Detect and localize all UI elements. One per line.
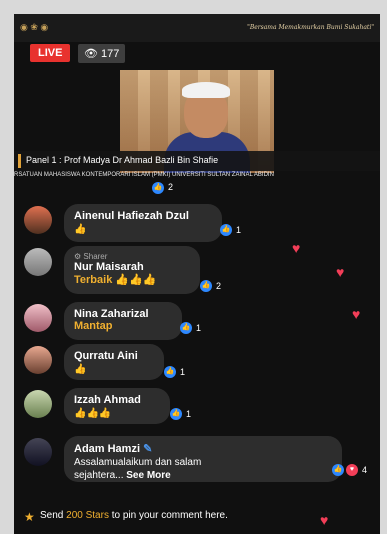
live-badge: LIVE bbox=[30, 44, 71, 62]
like-reaction-icon: 👍 bbox=[180, 322, 192, 334]
floating-heart-icon: ♥ bbox=[352, 306, 361, 322]
sharer-label: Sharer bbox=[83, 252, 108, 261]
comment-text: 👍👍👍 bbox=[74, 408, 112, 419]
pin-text-pre: Send bbox=[40, 510, 67, 521]
commenter-name[interactable]: Adam Hamzi ✎ bbox=[74, 442, 332, 455]
comment-bubble[interactable]: Izzah Ahmad 👍👍👍 bbox=[64, 388, 170, 424]
reaction-count: 1 bbox=[180, 367, 186, 377]
panel-caption: Panel 1 : Prof Madya Dr Ahmad Bazli Bin … bbox=[14, 151, 380, 171]
logos: ◉ ❀ ◉ bbox=[20, 22, 49, 32]
commenter-name[interactable]: Izzah Ahmad bbox=[74, 394, 160, 406]
reaction-count: 2 bbox=[168, 182, 174, 192]
avatar[interactable] bbox=[24, 390, 52, 418]
floating-heart-icon: ♥ bbox=[292, 240, 301, 256]
reaction-count: 1 bbox=[196, 323, 202, 333]
floating-heart-icon: ♥ bbox=[320, 512, 329, 528]
avatar[interactable] bbox=[24, 248, 52, 276]
reaction-count: 4 bbox=[362, 465, 368, 475]
commenter-name[interactable]: Nina Zaharizal bbox=[74, 308, 172, 320]
stars-amount: 200 Stars bbox=[66, 510, 109, 521]
comment-text: Terbaik 👍👍👍 bbox=[74, 274, 157, 286]
like-reaction-icon: 👍 bbox=[200, 280, 212, 292]
comment-text: Mantap bbox=[74, 320, 113, 332]
reaction-count: 1 bbox=[186, 409, 192, 419]
comment-text: Assalamualaikum dan salam bbox=[74, 457, 202, 468]
like-reaction-icon: 👍 bbox=[170, 408, 182, 420]
avatar[interactable] bbox=[24, 438, 52, 466]
see-more-link[interactable]: See More bbox=[126, 470, 170, 481]
comment-bubble[interactable]: Nina Zaharizal Mantap bbox=[64, 302, 182, 340]
like-reaction-icon: 👍 bbox=[332, 464, 344, 476]
commenter-name-text[interactable]: Adam Hamzi bbox=[74, 443, 140, 455]
pin-text-post: to pin your comment here. bbox=[108, 510, 228, 521]
heart-reaction-icon: ♥ bbox=[346, 464, 358, 476]
like-reaction-icon: 👍 bbox=[220, 224, 232, 236]
comment-text-continued: sejahtera... See More bbox=[74, 470, 332, 481]
panel-caption-text: Panel 1 : Prof Madya Dr Ahmad Bazli Bin … bbox=[26, 155, 219, 165]
commenter-name[interactable]: Qurratu Aini bbox=[74, 350, 154, 362]
avatar[interactable] bbox=[24, 206, 52, 234]
floating-heart-icon: ♥ bbox=[336, 264, 345, 280]
organization-ticker: RSATUAN MAHASISWA KONTEMPORARI ISLAM (PM… bbox=[14, 172, 274, 178]
viewer-count-value: 177 bbox=[100, 48, 120, 60]
comment-bubble[interactable]: Qurratu Aini 👍 bbox=[64, 344, 164, 380]
comment-bubble[interactable]: ⚙ Sharer Nur Maisarah Terbaik 👍👍👍 bbox=[64, 246, 200, 294]
avatar[interactable] bbox=[24, 346, 52, 374]
caption-accent-bar bbox=[18, 154, 21, 168]
comment-text-line2: sejahtera... bbox=[74, 470, 127, 481]
star-icon: ★ bbox=[24, 510, 35, 524]
pin-comment-text: Send 200 Stars to pin your comment here. bbox=[40, 510, 228, 521]
comment-bubble[interactable]: Ainenul Hafiezah Dzul 👍 bbox=[64, 204, 222, 242]
commenter-name[interactable]: Ainenul Hafiezah Dzul bbox=[74, 210, 212, 222]
eye-icon: 👁 bbox=[84, 48, 98, 60]
verified-icon: ✎ bbox=[143, 443, 153, 455]
viewer-count: 👁 177 bbox=[78, 44, 126, 63]
reaction-count: 2 bbox=[216, 281, 222, 291]
banner-text: "Bersama Memakmurkan Bumi Sukahati" bbox=[247, 24, 374, 31]
speaker-cap bbox=[182, 82, 230, 98]
live-stream-screen: ◉ ❀ ◉ "Bersama Memakmurkan Bumi Sukahati… bbox=[14, 14, 380, 534]
top-banner: ◉ ❀ ◉ "Bersama Memakmurkan Bumi Sukahati… bbox=[14, 14, 380, 42]
sharer-badge: ⚙ Sharer bbox=[74, 252, 108, 261]
comment-text: 👍 bbox=[74, 224, 87, 235]
comment-bubble[interactable]: Adam Hamzi ✎ Assalamualaikum dan salam s… bbox=[64, 436, 342, 482]
avatar[interactable] bbox=[24, 304, 52, 332]
commenter-name[interactable]: Nur Maisarah bbox=[74, 261, 190, 273]
reaction-count: 1 bbox=[236, 225, 242, 235]
like-reaction-icon: 👍 bbox=[164, 366, 176, 378]
comment-text: 👍 bbox=[74, 364, 87, 375]
like-reaction-icon: 👍 bbox=[152, 182, 164, 194]
